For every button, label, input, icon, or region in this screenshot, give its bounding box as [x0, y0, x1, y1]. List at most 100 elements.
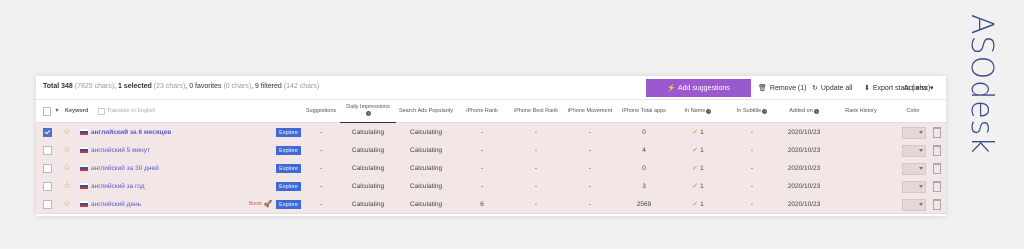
table-row[interactable]: ☆ английский день Boost 🚀 Explore - Calculatin…: [36, 195, 946, 214]
cell-suggestions: -: [319, 200, 323, 208]
cell-in-subtitle: -: [750, 182, 754, 190]
header-daily-impressions[interactable]: Daily Impressions?: [340, 100, 396, 124]
color-select[interactable]: [902, 163, 926, 175]
help-icon: ?: [813, 108, 819, 114]
refresh-icon: ↻: [812, 85, 818, 92]
cell-total-apps: 4: [642, 146, 646, 154]
cell-added-on: 2020/10/23: [787, 182, 821, 190]
keyword-link[interactable]: английский за 6 месяцев: [91, 123, 171, 141]
trash-icon: 🗑: [758, 85, 767, 92]
cell-daily: Calculating: [351, 200, 385, 208]
keyword-link[interactable]: английский за год: [91, 177, 145, 195]
checkmark-icon: ✔: [692, 201, 699, 208]
row-checkbox[interactable]: [43, 146, 52, 155]
row-checkbox[interactable]: [43, 200, 52, 209]
cell-total-apps: 0: [642, 128, 646, 136]
header-suggestions[interactable]: Suggestions: [304, 100, 338, 122]
help-icon: ?: [762, 108, 768, 114]
header-in-name[interactable]: In Name?: [672, 100, 724, 122]
select-all-checkbox[interactable]: [43, 100, 51, 122]
checkmark-icon: ✔: [692, 183, 699, 190]
favorite-star-icon[interactable]: ☆: [63, 144, 71, 154]
color-select[interactable]: [902, 181, 926, 193]
translate-checkbox[interactable]: [98, 107, 105, 115]
update-all-button[interactable]: ↻ Update all: [812, 79, 852, 97]
keyword-link[interactable]: английский за 30 дней: [91, 159, 159, 177]
favorite-star-icon[interactable]: ☆: [63, 126, 71, 136]
table-row[interactable]: ☆ английский за год Explore - Calculating Cal…: [36, 177, 946, 196]
delete-row-icon[interactable]: [933, 127, 941, 138]
cell-in-subtitle: -: [750, 128, 754, 136]
chevron-down-icon: ▾: [929, 85, 934, 92]
russia-flag-icon: [80, 129, 88, 135]
actions-dropdown[interactable]: Actions ▾: [904, 79, 933, 97]
cell-best-rank: -: [534, 164, 538, 172]
explore-button[interactable]: Explore: [276, 182, 301, 191]
cell-popularity: Calculating: [409, 146, 443, 154]
keywords-table-card: Total 348 (7825 chars), 1 selected (23 c…: [36, 76, 946, 216]
header-rank-history: Rank History: [845, 107, 877, 114]
delete-row-icon[interactable]: [933, 199, 941, 210]
header-added-on[interactable]: Added on?: [780, 100, 828, 122]
color-select[interactable]: [902, 145, 926, 157]
explore-button[interactable]: Explore: [276, 146, 301, 155]
color-select[interactable]: [902, 127, 926, 139]
summary-selected: 1 selected: [117, 83, 152, 90]
cell-popularity: Calculating: [409, 128, 443, 136]
cell-suggestions: -: [319, 128, 323, 136]
favorite-star-icon[interactable]: ☆: [63, 198, 71, 208]
cell-in-name: ✔ 1: [672, 159, 724, 177]
header-iphone-movement[interactable]: iPhone Movement: [564, 100, 616, 122]
cell-daily: Calculating: [351, 146, 385, 154]
translate-toggle[interactable]: Translate to English: [98, 100, 168, 122]
header-search-ads-popularity[interactable]: Search Ads Popularity: [398, 100, 454, 122]
actions-label: Actions: [904, 84, 927, 92]
cell-total-apps: 3: [642, 182, 646, 190]
keyword-link[interactable]: английский день: [91, 195, 141, 213]
checkmark-icon: ✔: [692, 165, 699, 172]
cell-added-on: 2020/10/23: [787, 200, 821, 208]
favorite-star-icon[interactable]: ☆: [63, 162, 71, 172]
header-iphone-best-rank[interactable]: iPhone Best Rank: [510, 100, 562, 122]
add-suggestions-button[interactable]: ⚡ Add suggestions: [646, 79, 751, 97]
cell-best-rank: -: [534, 200, 538, 208]
explore-button[interactable]: Explore: [276, 164, 301, 173]
row-checkbox[interactable]: [43, 182, 52, 191]
color-select[interactable]: [902, 199, 926, 211]
rocket-icon: 🚀: [263, 201, 273, 208]
asodesk-logo: ASOdesk: [964, 14, 999, 155]
cell-rank: 6: [480, 200, 484, 208]
delete-row-icon[interactable]: [933, 163, 941, 174]
cell-suggestions: -: [319, 182, 323, 190]
header-keyword[interactable]: Keyword: [65, 100, 95, 122]
remove-button[interactable]: 🗑 Remove (1): [758, 79, 806, 97]
explore-button[interactable]: Explore: [276, 200, 301, 209]
table-row[interactable]: ☆ английский за 30 дней Explore - Calculatin…: [36, 159, 946, 178]
cell-added-on: 2020/10/23: [787, 146, 821, 154]
keyword-link[interactable]: английский 5 минут: [91, 141, 150, 159]
delete-row-icon[interactable]: [933, 181, 941, 192]
boost-button[interactable]: Boost 🚀: [249, 200, 273, 208]
sort-down-icon[interactable]: ▼: [54, 100, 60, 122]
row-checkbox[interactable]: [43, 128, 52, 137]
add-suggestions-label: Add suggestions: [677, 84, 730, 92]
explore-button[interactable]: Explore: [276, 128, 301, 137]
header-iphone-total-apps[interactable]: iPhone Total apps: [618, 100, 670, 122]
header-iphone-rank[interactable]: iPhone Rank: [456, 100, 508, 122]
summary-selected-chars: (23 chars): [153, 83, 186, 90]
remove-label: Remove (1): [769, 84, 807, 92]
cell-in-subtitle: -: [750, 146, 754, 154]
table-row[interactable]: ☆ английский 5 минут Explore - Calculating Ca…: [36, 141, 946, 160]
cell-movement: -: [588, 164, 592, 172]
download-icon: ⬇: [864, 85, 870, 92]
row-checkbox[interactable]: [43, 164, 52, 173]
cell-total-apps: 0: [642, 164, 646, 172]
header-in-subtitle[interactable]: In Subtitle?: [726, 100, 778, 122]
translate-label: Translate to English: [107, 107, 156, 114]
table-row[interactable]: ☆ английский за 6 месяцев Explore - Calculat…: [36, 123, 946, 142]
summary-favorites-chars: (0 chars): [223, 83, 252, 90]
favorite-star-icon[interactable]: ☆: [63, 180, 71, 190]
delete-row-icon[interactable]: [933, 145, 941, 156]
cell-movement: -: [588, 200, 592, 208]
russia-flag-icon: [80, 147, 88, 153]
